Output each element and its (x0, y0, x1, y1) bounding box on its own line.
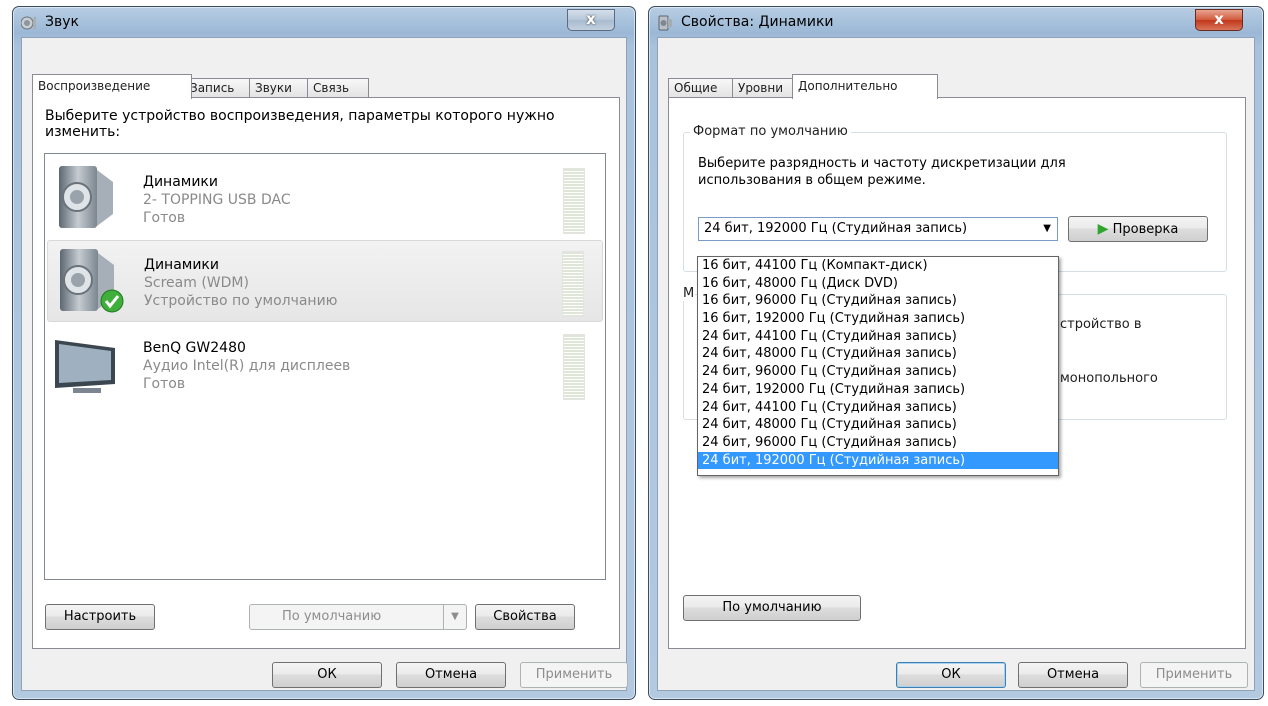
format-option[interactable]: 16 бит, 192000 Гц (Студийная запись) (698, 310, 1058, 328)
properties-client-area: Общие Уровни Дополнительно Формат по умо… (657, 37, 1255, 691)
level-meter (563, 168, 585, 234)
format-option[interactable]: 24 бит, 44100 Гц (Студийная запись) (698, 399, 1058, 417)
close-button[interactable]: x (567, 9, 615, 31)
advanced-panel: Формат по умолчанию Выберите разрядность… (668, 97, 1246, 649)
device-status: Устройство по умолчанию (144, 293, 338, 309)
default-checkmark-icon (100, 289, 124, 313)
properties-title: Свойства: Динамики (681, 14, 834, 30)
sound-titlebar[interactable]: Звук x (13, 7, 635, 37)
speaker-device-icon (59, 166, 113, 228)
close-button[interactable]: x (1195, 9, 1243, 31)
format-option[interactable]: 24 бит, 192000 Гц (Студийная запись) (698, 381, 1058, 399)
tab-communications[interactable]: Связь (307, 78, 369, 98)
device-name: Динамики (143, 174, 218, 190)
cancel-button[interactable]: Отмена (1018, 662, 1128, 688)
apply-button[interactable]: Применить (1140, 662, 1248, 688)
tab-levels[interactable]: Уровни (732, 78, 800, 98)
playback-panel: Выберите устройство воспроизведения, пар… (32, 97, 620, 649)
playback-instruction: Выберите устройство воспроизведения, пар… (45, 108, 555, 140)
selected-format: 24 бит, 192000 Гц (Студийная запись) (704, 221, 968, 236)
cancel-button[interactable]: Отмена (396, 662, 506, 688)
ok-button[interactable]: ОК (272, 662, 382, 688)
play-icon: ▶ (1097, 221, 1109, 237)
chevron-down-icon[interactable]: ▼ (1043, 218, 1051, 240)
ok-button[interactable]: ОК (896, 662, 1006, 688)
format-combobox[interactable]: 24 бит, 192000 Гц (Студийная запись) ▼ (698, 217, 1058, 241)
set-default-dropdown-button[interactable]: По умолчанию ▼ (249, 604, 467, 630)
exclusive-text-fragment: монопольного (1060, 371, 1158, 386)
configure-button[interactable]: Настроить (45, 604, 155, 630)
speaker-icon (21, 16, 36, 30)
device-description: Scream (WDM) (144, 275, 249, 291)
exclusive-text-fragment: стройство в (1060, 317, 1142, 332)
sound-client-area: Воспроизведение Запись Звуки Связь Выбер… (21, 37, 628, 691)
test-button[interactable]: ▶ Проверка (1068, 216, 1208, 242)
default-format-group: Формат по умолчанию Выберите разрядность… (683, 124, 1227, 272)
format-dropdown-list[interactable]: 16 бит, 44100 Гц (Компакт-диск) 16 бит, … (697, 256, 1059, 476)
sound-title: Звук (45, 14, 79, 30)
device-name: BenQ GW2480 (143, 340, 246, 356)
format-option[interactable]: 24 бит, 96000 Гц (Студийная запись) (698, 434, 1058, 452)
format-option[interactable]: 24 бит, 96000 Гц (Студийная запись) (698, 363, 1058, 381)
level-meter (562, 251, 584, 317)
exclusive-legend-fragment: М (682, 286, 696, 301)
format-option[interactable]: 16 бит, 48000 Гц (Диск DVD) (698, 275, 1058, 293)
device-status: Готов (143, 376, 186, 392)
device-status: Готов (143, 210, 186, 226)
tab-recording[interactable]: Запись (184, 78, 252, 98)
speaker-properties-dialog: Свойства: Динамики x Общие Уровни Дополн… (648, 6, 1264, 700)
level-meter (563, 334, 585, 400)
format-option[interactable]: 16 бит, 96000 Гц (Студийная запись) (698, 292, 1058, 310)
chevron-down-icon[interactable]: ▼ (443, 605, 466, 629)
format-option[interactable]: 24 бит, 44100 Гц (Студийная запись) (698, 328, 1058, 346)
tab-playback[interactable]: Воспроизведение (32, 74, 192, 99)
properties-titlebar[interactable]: Свойства: Динамики x (649, 7, 1263, 37)
tab-advanced[interactable]: Дополнительно (792, 74, 938, 99)
default-format-legend: Формат по умолчанию (690, 124, 851, 139)
format-option[interactable]: 16 бит, 44100 Гц (Компакт-диск) (698, 257, 1058, 275)
monitor-device-icon (55, 340, 115, 393)
restore-defaults-button[interactable]: По умолчанию (683, 595, 861, 621)
set-default-label: По умолчанию (282, 609, 382, 624)
device-item-topping[interactable]: Динамики 2- TOPPING USB DAC Готов (47, 158, 603, 238)
sound-dialog: Звук x Воспроизведение Запись Звуки Связ… (12, 6, 636, 700)
tab-sounds[interactable]: Звуки (249, 78, 309, 98)
device-name: Динамики (144, 257, 219, 273)
device-item-scream[interactable]: Динамики Scream (WDM) Устройство по умол… (47, 240, 603, 322)
format-instruction: Выберите разрядность и частоту дискретиз… (698, 156, 1066, 188)
format-option[interactable]: 24 бит, 48000 Гц (Студийная запись) (698, 416, 1058, 434)
properties-button[interactable]: Свойства (475, 604, 575, 630)
test-label: Проверка (1112, 222, 1179, 237)
device-item-benq[interactable]: BenQ GW2480 Аудио Intel(R) для дисплеев … (47, 324, 603, 404)
apply-button[interactable]: Применить (520, 662, 628, 688)
device-description: 2- TOPPING USB DAC (143, 192, 291, 208)
tab-general[interactable]: Общие (668, 78, 734, 98)
format-option-selected[interactable]: 24 бит, 192000 Гц (Студийная запись) (698, 451, 1058, 470)
speaker-icon (658, 15, 672, 31)
device-description: Аудио Intel(R) для дисплеев (143, 358, 351, 374)
device-list[interactable]: Динамики 2- TOPPING USB DAC Готов Динами… (44, 153, 606, 580)
format-option[interactable]: 24 бит, 48000 Гц (Студийная запись) (698, 345, 1058, 363)
